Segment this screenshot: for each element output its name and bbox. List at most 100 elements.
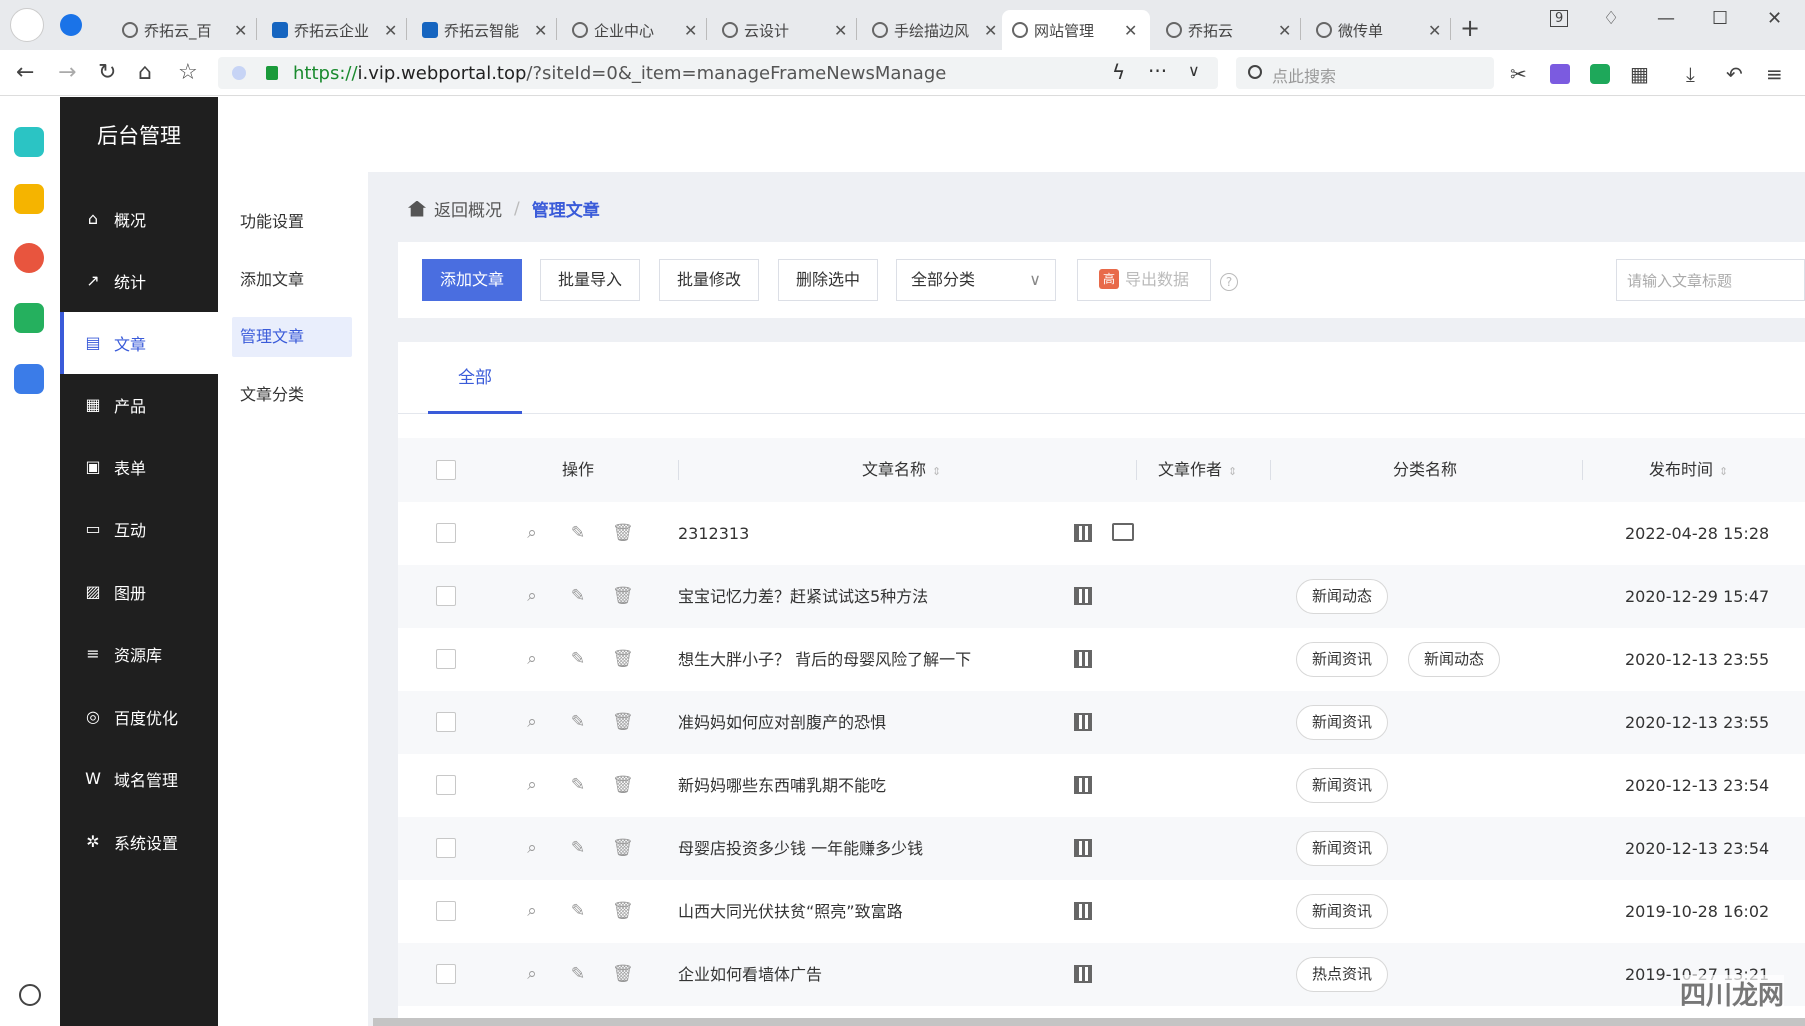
browser-tab[interactable]: 手绘描边风 ✕ (862, 10, 1000, 50)
preview-icon[interactable]: ⌕ (522, 964, 542, 984)
download-icon[interactable]: ⤓ (1686, 62, 1695, 86)
delete-icon[interactable]: 🗑 (612, 901, 634, 921)
tab-close-icon[interactable]: ✕ (234, 21, 247, 40)
preview-icon[interactable]: ⌕ (522, 712, 542, 732)
skin-icon[interactable]: ♢ (1603, 8, 1619, 29)
chevron-down-icon[interactable]: ∨ (1188, 61, 1200, 80)
column-title[interactable]: 文章名称 ⇕ (862, 438, 941, 502)
qr-code-icon[interactable] (1074, 713, 1092, 731)
sidebar-item-articles[interactable]: ▤ 文章 (60, 312, 218, 374)
back-icon[interactable]: ← (16, 60, 34, 85)
add-article-button[interactable]: 添加文章 (422, 259, 522, 301)
lightning-icon[interactable]: ϟ (1112, 60, 1125, 84)
menu-icon[interactable]: ≡ (1766, 62, 1783, 86)
sidebar-item-resources[interactable]: ≡ 资源库 (60, 623, 218, 685)
browser-tab[interactable]: 企业中心 ✕ (562, 10, 700, 50)
forward-icon[interactable]: → (58, 60, 76, 85)
tab-all[interactable]: 全部 (428, 342, 522, 414)
dock-settings-icon[interactable] (19, 984, 41, 1006)
article-title-search-input[interactable]: 请输入文章标题 (1616, 259, 1805, 301)
sidebar-item-domains[interactable]: W 域名管理 (60, 748, 218, 810)
mail-icon[interactable] (14, 303, 44, 333)
delete-icon[interactable]: 🗑 (612, 523, 634, 543)
browser-tab[interactable]: 乔拓云企业 ✕ (262, 10, 400, 50)
qr-code-icon[interactable] (1074, 902, 1092, 920)
row-checkbox[interactable] (436, 901, 456, 921)
plugin-icon[interactable] (14, 127, 44, 157)
preview-icon[interactable]: ⌕ (522, 775, 542, 795)
row-checkbox[interactable] (436, 838, 456, 858)
sidebar-item-settings[interactable]: ✲ 系统设置 (60, 811, 218, 873)
preview-icon[interactable]: ⌕ (522, 586, 542, 606)
edit-icon[interactable]: ✎ (568, 964, 588, 984)
preview-icon[interactable]: ⌕ (522, 901, 542, 921)
reader-icon[interactable] (1590, 64, 1610, 84)
qr-code-icon[interactable] (1074, 965, 1092, 983)
preview-icon[interactable]: ⌕ (522, 649, 542, 669)
undo-icon[interactable]: ↶ (1726, 62, 1743, 86)
browser-tab[interactable]: 乔拓云智能 ✕ (412, 10, 550, 50)
article-title[interactable]: 想生大胖小子？ 背后的母婴风险了解一下 (678, 628, 971, 691)
row-checkbox[interactable] (436, 712, 456, 732)
tab-close-icon[interactable]: ✕ (1124, 21, 1137, 40)
article-title[interactable]: 新妈妈哪些东西哺乳期不能吃 (678, 754, 886, 817)
horizontal-scrollbar[interactable] (373, 1018, 1805, 1026)
subnav-function-settings[interactable]: 功能设置 (232, 202, 352, 242)
article-title[interactable]: 宝宝记忆力差？赶紧试试这5种方法 (678, 565, 928, 628)
column-date[interactable]: 发布时间 ⇕ (1649, 438, 1728, 502)
edit-icon[interactable]: ✎ (568, 523, 588, 543)
sidebar-item-seo[interactable]: ◎ 百度优化 (60, 686, 218, 748)
more-icon[interactable]: ··· (1148, 59, 1167, 83)
edit-icon[interactable]: ✎ (568, 586, 588, 606)
tab-close-icon[interactable]: ✕ (384, 21, 397, 40)
sidebar-item-forms[interactable]: ▣ 表单 (60, 436, 218, 498)
sidebar-item-products[interactable]: ▦ 产品 (60, 374, 218, 436)
article-title[interactable]: 企业如何看墙体广告 (678, 943, 822, 1006)
row-checkbox[interactable] (436, 586, 456, 606)
minimize-icon[interactable]: — (1657, 8, 1675, 29)
site-info-icon[interactable] (232, 66, 246, 80)
breadcrumb-back-link[interactable]: 返回概况 (434, 196, 502, 221)
select-all-checkbox[interactable] (436, 460, 456, 480)
export-data-button[interactable]: 高导出数据 (1077, 259, 1211, 301)
reload-icon[interactable]: ↻ (98, 60, 116, 85)
column-author[interactable]: 文章作者 ⇕ (1158, 438, 1237, 502)
apps-grid-icon[interactable]: ▦ (1630, 62, 1649, 86)
tab-close-icon[interactable]: ✕ (834, 21, 847, 40)
sort-icon[interactable]: ⇕ (1228, 465, 1237, 478)
tab-count-badge[interactable]: 9 (1550, 10, 1569, 27)
edit-icon[interactable]: ✎ (568, 649, 588, 669)
article-title[interactable]: 准妈妈如何应对剖腹产的恐惧 (678, 691, 886, 754)
maximize-icon[interactable]: ☐ (1712, 8, 1728, 29)
sort-icon[interactable]: ⇕ (932, 465, 941, 478)
new-tab-icon[interactable]: + (1460, 14, 1480, 42)
article-title[interactable]: 母婴店投资多少钱 一年能赚多少钱 (678, 817, 923, 880)
qr-code-icon[interactable] (1074, 650, 1092, 668)
category-select[interactable]: 全部分类 ∨ (896, 259, 1056, 301)
qr-code-icon[interactable] (1074, 776, 1092, 794)
browser-logo-icon[interactable] (10, 8, 44, 42)
row-checkbox[interactable] (436, 775, 456, 795)
subnav-article-categories[interactable]: 文章分类 (232, 375, 352, 415)
delete-icon[interactable]: 🗑 (612, 712, 634, 732)
favorites-icon[interactable]: ☆ (178, 60, 198, 85)
close-window-icon[interactable]: ✕ (1767, 8, 1782, 29)
row-checkbox[interactable] (436, 649, 456, 669)
edit-icon[interactable]: ✎ (568, 775, 588, 795)
browser-tab[interactable]: 微传单 ✕ (1306, 10, 1444, 50)
batch-import-button[interactable]: 批量导入 (540, 259, 640, 301)
home-icon[interactable]: ⌂ (138, 60, 152, 85)
tab-close-icon[interactable]: ✕ (1428, 21, 1441, 40)
browser-tab[interactable]: 云设计 ✕ (712, 10, 850, 50)
browser-tab[interactable]: 乔拓云_百 ✕ (112, 10, 250, 50)
delete-icon[interactable]: 🗑 (612, 838, 634, 858)
scissors-icon[interactable]: ✂ (1510, 62, 1527, 86)
preview-icon[interactable]: ⌕ (522, 838, 542, 858)
delete-icon[interactable]: 🗑 (612, 964, 634, 984)
delete-icon[interactable]: 🗑 (612, 775, 634, 795)
sort-icon[interactable]: ⇕ (1719, 465, 1728, 478)
qr-code-icon[interactable] (1074, 839, 1092, 857)
image-icon[interactable] (1112, 523, 1134, 541)
batch-edit-button[interactable]: 批量修改 (659, 259, 759, 301)
home-icon[interactable] (408, 200, 426, 217)
